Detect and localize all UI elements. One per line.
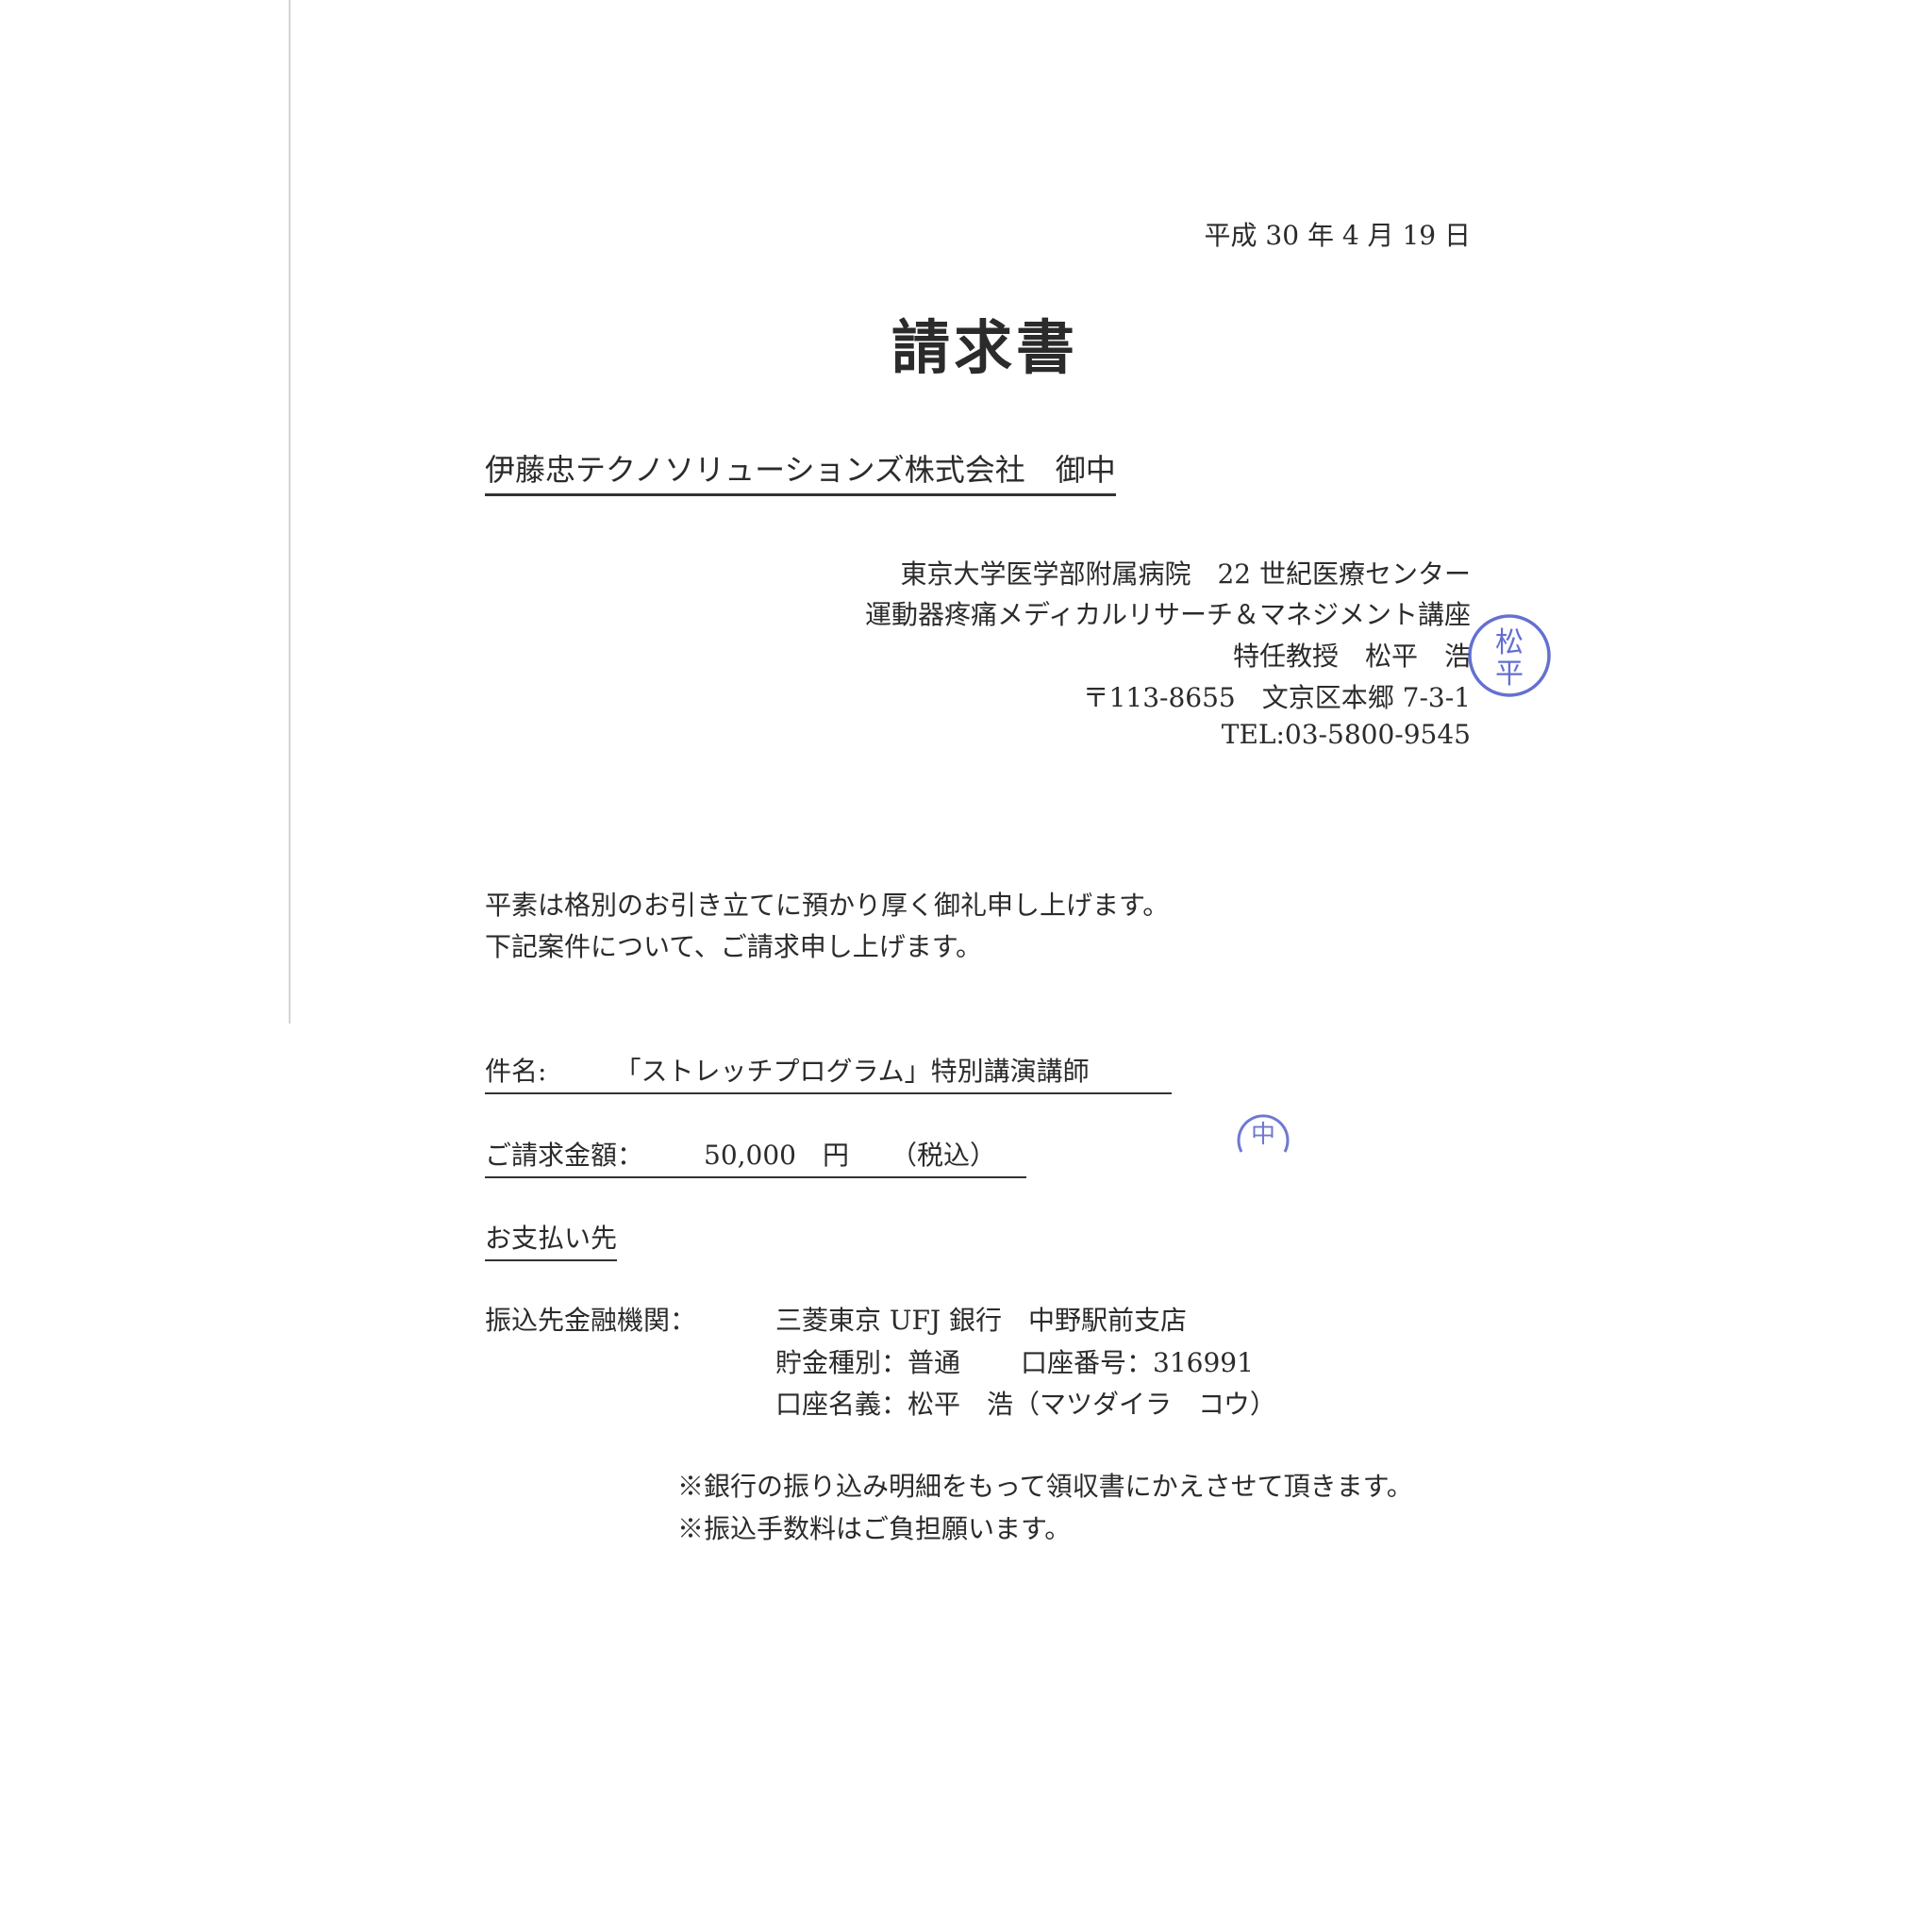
subject-label: 件名: — [485, 1056, 547, 1087]
issue-date: 平成 30 年 4 月 19 日 — [1204, 220, 1471, 251]
issuer-tel: TEL:03-5800-9545 — [1221, 719, 1471, 750]
svg-text:松: 松 — [1495, 626, 1524, 659]
bank-name: 三菱東京 UFJ 銀行 中野駅前支店 — [775, 1305, 1188, 1336]
bank-label: 振込先金融機関： — [485, 1305, 697, 1336]
amount-tax-note: （税込） — [891, 1140, 997, 1171]
payment-heading: お支払い先 — [485, 1218, 618, 1261]
personal-seal-stamp: 松 平 — [1468, 614, 1551, 697]
document-title: 請求書 — [891, 313, 1079, 382]
greeting-line-1: 平素は格別のお引き立てに預かり厚く御礼申し上げます。 — [485, 890, 1170, 921]
account-number: 口座番号：316991 — [1021, 1347, 1254, 1378]
account-holder: 口座名義：松平 浩（マツダイラ コウ） — [775, 1389, 1276, 1420]
subject-line: 件名: 「ストレッチプログラム」特別講演講師 — [485, 1051, 1172, 1094]
account-type: 貯金種別：普通 — [775, 1347, 961, 1378]
issuer-organization: 東京大学医学部附属病院 22 世紀医療センター — [900, 558, 1471, 590]
amount-label: ご請求金額： — [485, 1140, 644, 1171]
greeting-line-2: 下記案件について、ご請求申し上げます。 — [485, 931, 982, 962]
issuer-name: 特任教授 松平 浩 — [1232, 641, 1471, 672]
issuer-address: 〒113-8655 文京区本郷 7-3-1 — [1082, 682, 1471, 713]
bank-account-line: 貯金種別：普通 口座番号：316991 — [775, 1342, 1254, 1380]
amount-unit: 円 — [823, 1140, 850, 1171]
note-fee: ※振込手数料はご負担願います。 — [677, 1513, 1072, 1544]
note-receipt: ※銀行の振り込み明細をもって領収書にかえさせて頂きます。 — [677, 1471, 1413, 1502]
svg-text:中: 中 — [1251, 1121, 1275, 1149]
amount-value: 50,000 — [704, 1140, 796, 1171]
scan-edge-line — [289, 0, 291, 1024]
seal-stamp-small: 中 — [1237, 1114, 1290, 1153]
recipient-name: 伊藤忠テクノソリューションズ株式会社 御中 — [485, 446, 1116, 496]
svg-text:平: 平 — [1495, 658, 1524, 691]
amount-line: ご請求金額： 50,000 円 （税込） — [485, 1135, 1026, 1178]
issuer-department: 運動器疼痛メディカルリサーチ＆マネジメント講座 — [864, 599, 1471, 630]
subject-value: 「ストレッチプログラム」特別講演講師 — [614, 1056, 1090, 1087]
